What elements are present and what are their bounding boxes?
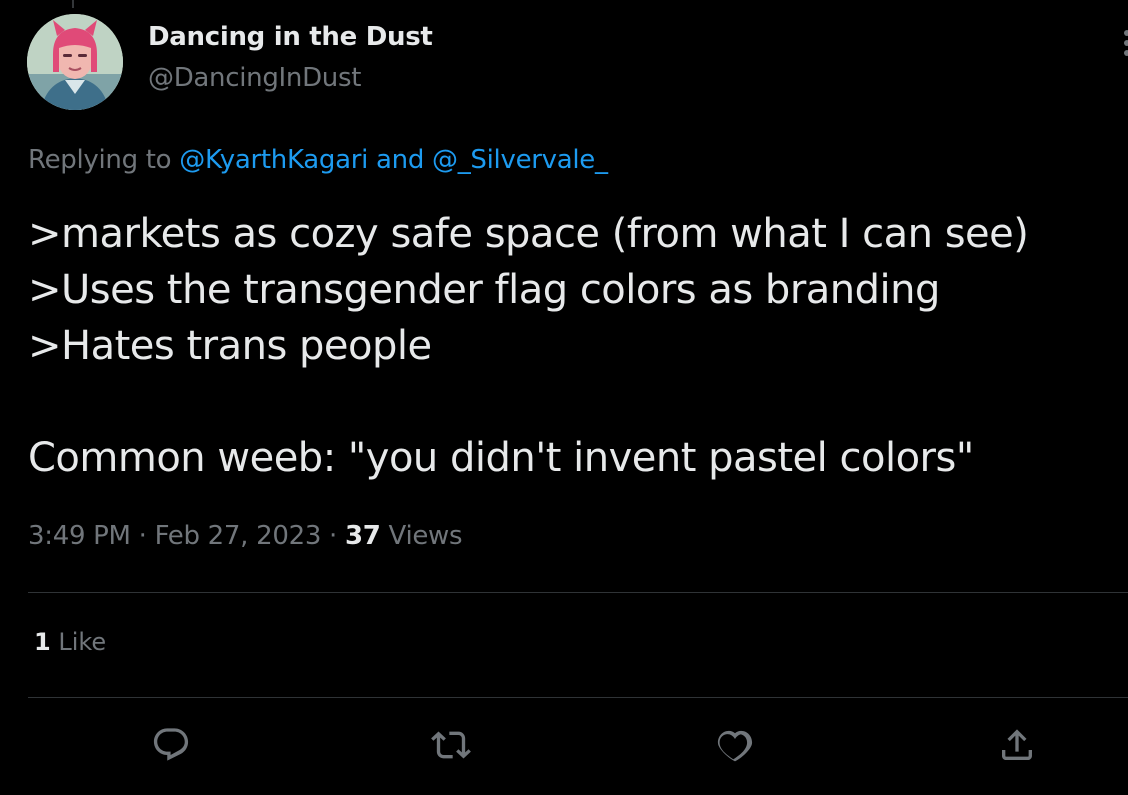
meta-separator: · (130, 521, 155, 551)
tweet-metadata: 3:49 PM · Feb 27, 2023 · 37 Views (28, 521, 463, 551)
author-handle[interactable]: @DancingInDust (148, 63, 361, 93)
like-button[interactable] (712, 722, 758, 768)
replying-to-prefix: Replying to (28, 145, 180, 175)
more-options-icon[interactable] (1120, 28, 1128, 58)
tweet-line: Common weeb: "you didn't invent pastel c… (28, 435, 974, 481)
thread-connector-line (72, 0, 74, 8)
views-count: 37 (344, 521, 381, 551)
share-upload-icon (1002, 729, 1032, 760)
tweet-line: >Uses the transgender flag colors as bra… (28, 267, 940, 313)
avatar[interactable] (27, 14, 123, 110)
tweet-text: >markets as cozy safe space (from what I… (28, 206, 1029, 486)
likes-stat[interactable]: 1 Like (34, 628, 106, 656)
heart-icon (717, 730, 753, 762)
divider (28, 697, 1128, 698)
likes-count: 1 (34, 628, 51, 656)
retweet-button[interactable] (428, 722, 474, 768)
reply-bubble-icon (153, 728, 189, 761)
replying-to-context: Replying to @KyarthKagari and @_Silverva… (28, 145, 608, 175)
avatar-illustration (27, 14, 123, 110)
reply-button[interactable] (148, 722, 194, 768)
share-button[interactable] (994, 722, 1040, 768)
tweet-line: >markets as cozy safe space (from what I… (28, 211, 1029, 257)
tweet-date[interactable]: Feb 27, 2023 (155, 521, 322, 551)
author-display-name[interactable]: Dancing in the Dust (148, 22, 433, 52)
meta-separator: · (321, 521, 345, 551)
views-label: Views (380, 521, 463, 551)
tweet-time[interactable]: 3:49 PM (28, 521, 131, 551)
tweet-line: >Hates trans people (28, 323, 432, 369)
divider (28, 592, 1128, 593)
replying-to-joiner: and (368, 145, 433, 175)
retweet-icon (431, 731, 471, 759)
likes-label: Like (50, 628, 107, 656)
mention-link-kyarthkagari[interactable]: @KyarthKagari (179, 145, 368, 175)
mention-link-silvervale[interactable]: @_Silvervale_ (432, 145, 608, 175)
